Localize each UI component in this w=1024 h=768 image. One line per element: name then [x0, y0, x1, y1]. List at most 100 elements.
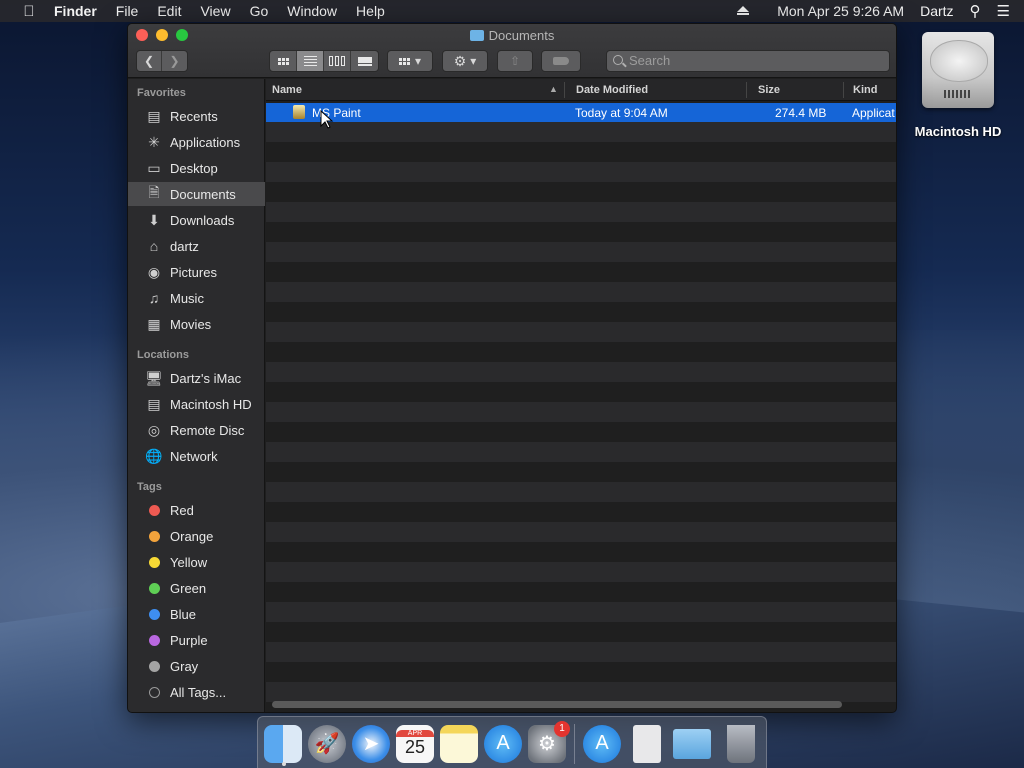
dock-system-preferences-icon[interactable]: ⚙ 1 [528, 720, 570, 763]
column-view-button[interactable] [324, 51, 351, 71]
sidebar-tag-green[interactable]: Green [128, 576, 265, 600]
sidebar: Favorites ▤ Recents ✳ Applications ▭ Deskto… [128, 79, 265, 712]
dock-trash-icon[interactable] [727, 724, 755, 763]
sidebar-item-home[interactable]: ⌂ dartz [128, 234, 265, 258]
menu-file[interactable]: File [116, 3, 139, 19]
disc-icon: ◎ [147, 421, 161, 438]
sidebar-item-pictures[interactable]: ◉ Pictures [128, 260, 265, 284]
all-tags-icon [148, 686, 160, 698]
tag-dot-red-icon [148, 504, 160, 516]
title-bar[interactable]: Documents ❮ ❯ ▾ ⚙ ▾ ⇧ Search [128, 24, 896, 78]
sidebar-item-movies[interactable]: ▦ Movies [128, 312, 265, 336]
sidebar-item-documents[interactable]: 🗎 Documents [128, 182, 265, 206]
sidebar-item-label: Recents [170, 108, 218, 124]
sidebar-item-applications[interactable]: ✳ Applications [128, 130, 265, 154]
rows-area[interactable]: MS Paint Today at 9:04 AM 274.4 MB Appli… [266, 102, 896, 702]
list-view-button[interactable] [297, 51, 324, 71]
sidebar-item-recents[interactable]: ▤ Recents [128, 104, 265, 128]
network-globe-icon: 🌐 [145, 447, 163, 464]
sidebar-item-label: Pictures [170, 264, 217, 280]
applications-icon: ✳ [148, 133, 160, 150]
column-kind[interactable]: Kind [853, 84, 877, 96]
sidebar-item-label: Gray [170, 658, 199, 674]
eject-icon[interactable] [737, 6, 750, 16]
sidebar-tag-purple[interactable]: Purple [128, 628, 265, 652]
window-title-text: Documents [488, 28, 555, 43]
sidebar-tag-red[interactable]: Red [128, 498, 265, 522]
sidebar-item-label: Yellow [170, 554, 208, 570]
action-button[interactable]: ⚙ ▾ [442, 50, 488, 72]
dock-app-store-icon[interactable]: A [484, 724, 522, 763]
ms-paint-app-icon [293, 105, 305, 119]
dock-finder-icon[interactable] [264, 724, 302, 763]
desktop-icon-label: Macintosh HD [914, 124, 1002, 139]
dock-separator [574, 723, 575, 764]
tag-icon [553, 57, 569, 65]
menu-window[interactable]: Window [287, 3, 337, 19]
sidebar-all-tags[interactable]: All Tags... [128, 680, 265, 704]
sidebar-item-label: Downloads [170, 212, 235, 228]
sidebar-item-network[interactable]: 🌐 Network [128, 444, 265, 468]
horizontal-scrollbar[interactable] [272, 701, 842, 708]
apple-menu-icon[interactable]:  [20, 3, 38, 20]
spotlight-icon[interactable]: ⚲ [970, 2, 981, 20]
finder-window: Documents ❮ ❯ ▾ ⚙ ▾ ⇧ Search Favorites ▤… [127, 23, 897, 713]
sidebar-item-desktop[interactable]: ▭ Desktop [128, 156, 265, 180]
share-button[interactable]: ⇧ [497, 50, 533, 72]
dock-notes-icon[interactable] [440, 724, 478, 763]
dock-folder-icon[interactable] [673, 728, 711, 759]
menu-app-name[interactable]: Finder [54, 3, 97, 19]
user-menu[interactable]: Dartz [920, 3, 953, 19]
menu-extras: Mon Apr 25 9:26 AM Dartz ⚲ ☰ [737, 0, 1024, 22]
gallery-view-button[interactable] [351, 51, 378, 71]
sidebar-tag-gray[interactable]: Gray [128, 654, 265, 678]
sidebar-item-label: Desktop [170, 160, 218, 176]
desktop-macintosh-hd[interactable]: Macintosh HD [910, 32, 1006, 139]
menu-go[interactable]: Go [250, 3, 269, 19]
share-icon: ⇧ [509, 54, 521, 68]
sidebar-item-label: Movies [170, 316, 212, 332]
tags-button[interactable] [541, 50, 581, 72]
sidebar-tag-yellow[interactable]: Yellow [128, 550, 265, 574]
tag-dot-purple-icon [148, 634, 160, 646]
sidebar-item-imac[interactable]: 🖥 Dartz's iMac [128, 366, 265, 390]
group-by-button[interactable]: ▾ [387, 50, 433, 72]
menu-edit[interactable]: Edit [157, 3, 181, 19]
column-size[interactable]: Size [758, 84, 780, 96]
sidebar-item-macintosh-hd[interactable]: ▤ Macintosh HD [128, 392, 265, 416]
sidebar-tag-orange[interactable]: Orange [128, 524, 265, 548]
mouse-cursor-icon [320, 110, 334, 129]
table-row[interactable]: MS Paint Today at 9:04 AM 274.4 MB Appli… [266, 103, 896, 122]
tag-dot-gray-icon [148, 660, 160, 672]
column-header: Name ▲ Date Modified Size Kind [266, 79, 896, 101]
sidebar-item-label: Dartz's iMac [170, 370, 242, 386]
dock-calendar-icon[interactable]: APR 25 [396, 724, 434, 763]
sidebar-item-remote-disc[interactable]: ◎ Remote Disc [128, 418, 265, 442]
sidebar-item-label: All Tags... [170, 684, 227, 700]
menu-view[interactable]: View [200, 3, 230, 19]
sidebar-item-label: Documents [170, 186, 236, 202]
dock-safari-icon[interactable]: ➤ [352, 724, 390, 763]
sidebar-item-music[interactable]: ♫ Music [128, 286, 265, 310]
sidebar-section-tags: Tags [137, 481, 162, 493]
dock-app-store-downloads-icon[interactable]: A [583, 724, 621, 763]
clock[interactable]: Mon Apr 25 9:26 AM [777, 3, 904, 19]
sidebar-section-locations: Locations [137, 349, 189, 361]
search-input[interactable]: Search [606, 50, 890, 72]
forward-button[interactable]: ❯ [162, 51, 187, 71]
sidebar-item-downloads[interactable]: ⬇ Downloads [128, 208, 265, 232]
column-name[interactable]: Name [272, 84, 302, 96]
icon-view-button[interactable] [270, 51, 297, 71]
sidebar-tag-blue[interactable]: Blue [128, 602, 265, 626]
notification-center-icon[interactable]: ☰ [997, 2, 1010, 20]
dock-document-icon[interactable] [633, 724, 661, 763]
menu-help[interactable]: Help [356, 3, 385, 19]
sidebar-item-label: Blue [170, 606, 197, 622]
dock-launchpad-icon[interactable]: 🚀 [308, 724, 346, 763]
view-mode-control [269, 50, 379, 72]
menu-bar:  Finder File Edit View Go Window Help M… [0, 0, 1024, 22]
column-date-modified[interactable]: Date Modified [576, 84, 648, 96]
tag-dot-blue-icon [148, 608, 160, 620]
sort-ascending-icon: ▲ [549, 84, 558, 94]
back-button[interactable]: ❮ [137, 51, 163, 71]
